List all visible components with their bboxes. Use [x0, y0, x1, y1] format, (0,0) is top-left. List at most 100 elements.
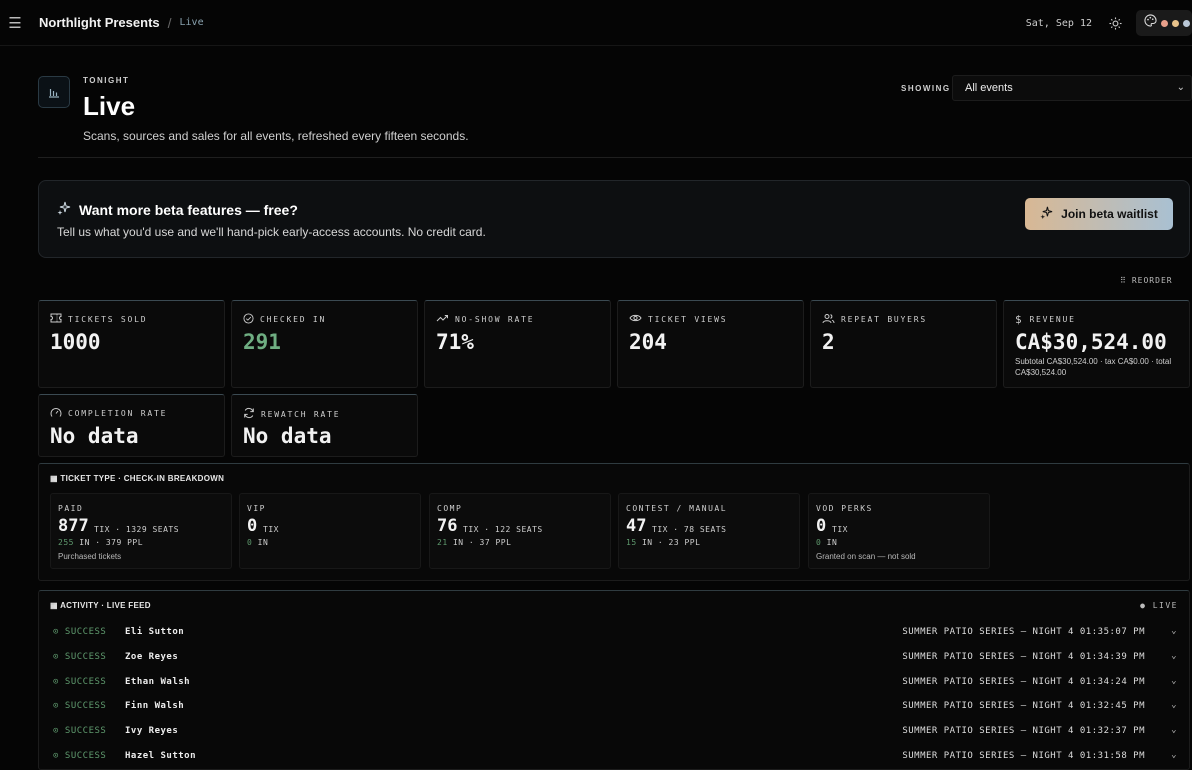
ticket-count: 877	[58, 516, 89, 536]
ticket-count: 0	[247, 516, 258, 536]
check-circle-icon: ⊙	[53, 627, 59, 637]
stat-label: $ REVENUE	[1015, 313, 1076, 326]
stat-label: REWATCH RATE	[243, 407, 340, 421]
chevron-down-icon[interactable]: ⌄	[1171, 750, 1177, 760]
feed-row[interactable]: ⊙ SUCCESS Finn Walsh SUMMER PATIO SERIES …	[53, 698, 1177, 716]
chevron-down-icon[interactable]: ⌄	[1171, 676, 1177, 686]
attendee-name: Finn Walsh	[125, 701, 185, 711]
check-circle-icon	[243, 313, 254, 326]
stat-label-text: NO-SHOW RATE	[455, 314, 535, 324]
status-badge: ⊙ SUCCESS	[53, 627, 106, 637]
breakdown-title: TICKET TYPE · CHECK-IN BREAKDOWN	[60, 474, 225, 483]
brand-name[interactable]: Northlight Presents	[39, 15, 160, 30]
ticket-count: 0	[816, 516, 827, 536]
chevron-down-icon[interactable]: ⌄	[1171, 725, 1177, 735]
feed-row[interactable]: ⊙ SUCCESS Zoe Reyes SUMMER PATIO SERIES —…	[53, 649, 1177, 667]
event-name: SUMMER PATIO SERIES — NIGHT 4 01:34:24 P…	[902, 677, 1145, 687]
feed-row[interactable]: ⊙ SUCCESS Hazel Sutton SUMMER PATIO SERIE…	[53, 748, 1177, 766]
event-title: SUMMER PATIO SERIES — NIGHT 4	[902, 701, 1074, 711]
chevron-down-icon[interactable]: ⌄	[1171, 700, 1177, 710]
stat-value: No data	[243, 424, 332, 448]
breakdown-card-contest-manual[interactable]: CONTEST / MANUAL 47 TIX · 78 SEATS 15 IN…	[618, 493, 800, 569]
status-text: SUCCESS	[64, 627, 107, 637]
stat-card-tickets-sold[interactable]: TICKETS SOLD 1000	[38, 300, 225, 388]
stat-label: TICKETS SOLD	[50, 313, 147, 325]
ticket-type-breakdown-panel: ▦ TICKET TYPE · CHECK-IN BREAKDOWN PAID …	[38, 463, 1190, 581]
event-name: SUMMER PATIO SERIES — NIGHT 4 01:32:37 P…	[902, 726, 1145, 736]
grid-icon: ▦	[50, 474, 58, 483]
ticket-type-name: VOD PERKS	[816, 504, 873, 513]
feed-row[interactable]: ⊙ SUCCESS Ethan Walsh SUMMER PATIO SERIES…	[53, 674, 1177, 692]
menu-icon[interactable]: ☰	[0, 0, 30, 46]
join-beta-label: Join beta waitlist	[1061, 207, 1158, 221]
checked-in-rest: IN	[821, 538, 838, 547]
stat-label: TICKET VIEWS	[629, 313, 727, 325]
status-badge: ⊙ SUCCESS	[53, 652, 106, 662]
ticket-icon	[50, 313, 62, 325]
stat-card-repeat-buyers[interactable]: REPEAT BUYERS 2	[810, 300, 997, 388]
feed-row[interactable]: ⊙ SUCCESS Ivy Reyes SUMMER PATIO SERIES —…	[53, 723, 1177, 741]
status-badge: ⊙ SUCCESS	[53, 701, 106, 711]
breakdown-card-paid[interactable]: PAID 877 TIX · 1329 SEATS 255 IN · 379 P…	[50, 493, 232, 569]
feed-row[interactable]: ⊙ SUCCESS Eli Sutton SUMMER PATIO SERIES …	[53, 624, 1177, 642]
checked-in-rest: IN · 23 PPL	[636, 538, 701, 547]
activity-title-row: ▦ ACTIVITY · LIVE FEED	[50, 601, 151, 610]
sun-icon[interactable]	[1104, 12, 1126, 34]
ticket-type-note: Purchased tickets	[58, 552, 122, 561]
stat-value: 2	[822, 330, 835, 354]
stat-value: 71%	[436, 330, 474, 354]
stat-card-completion-rate[interactable]: COMPLETION RATE No data	[38, 394, 225, 457]
stat-label: COMPLETION RATE	[50, 407, 167, 420]
event-title: SUMMER PATIO SERIES — NIGHT 4	[902, 677, 1074, 687]
ticket-unit: TIX	[263, 525, 279, 534]
status-badge: ⊙ SUCCESS	[53, 726, 106, 736]
breakdown-title-row: ▦ TICKET TYPE · CHECK-IN BREAKDOWN	[50, 474, 224, 483]
ticket-unit: TIX	[832, 525, 848, 534]
activity-feed-panel: ▦ ACTIVITY · LIVE FEED ● LIVE ⊙ SUCCESS E…	[38, 590, 1190, 770]
checked-in-rest: IN · 37 PPL	[447, 538, 512, 547]
ticket-type-note: Granted on scan — not sold	[816, 552, 916, 561]
reorder-button[interactable]: ⠿ REORDER	[1120, 271, 1192, 289]
page-header: TONIGHT Live Scans, sources and sales fo…	[38, 72, 1192, 158]
beta-title: Want more beta features — free?	[79, 201, 298, 218]
gauge-icon	[50, 407, 62, 420]
status-text: SUCCESS	[64, 677, 107, 687]
chevron-down-icon[interactable]: ⌄	[1171, 651, 1177, 661]
stat-card-revenue[interactable]: $ REVENUE CA$30,524.00 Subtotal CA$30,52…	[1003, 300, 1190, 388]
beta-description: Tell us what you'd use and we'll hand-pi…	[57, 225, 486, 239]
checked-in-line: 0 IN	[247, 538, 268, 547]
checked-in-line: 0 IN	[816, 538, 837, 547]
top-bar-actions: Sat, Sep 12	[1026, 0, 1192, 46]
chevron-down-icon[interactable]: ⌄	[1171, 626, 1177, 636]
check-circle-icon: ⊙	[53, 677, 59, 687]
theme-picker-button[interactable]	[1136, 10, 1192, 36]
palette-icon	[1144, 14, 1157, 32]
event-name: SUMMER PATIO SERIES — NIGHT 4 01:35:07 P…	[902, 627, 1145, 637]
checked-in-rest: IN	[252, 538, 269, 547]
breakdown-card-vip[interactable]: VIP 0 TIX 0 IN	[239, 493, 421, 569]
stat-card-checked-in[interactable]: CHECKED IN 291	[231, 300, 418, 388]
check-circle-icon: ⊙	[53, 701, 59, 711]
ticket-type-name: VIP	[247, 504, 266, 513]
activity-title: ACTIVITY · LIVE FEED	[60, 601, 151, 610]
checked-in-line: 15 IN · 23 PPL	[626, 538, 700, 547]
chevron-down-icon: ⌄	[1176, 82, 1185, 93]
breakdown-card-comp[interactable]: COMP 76 TIX · 122 SEATS 21 IN · 37 PPL	[429, 493, 611, 569]
stat-value: 1000	[50, 330, 101, 354]
join-beta-waitlist-button[interactable]: Join beta waitlist	[1025, 198, 1173, 230]
stat-label: REPEAT BUYERS	[822, 313, 927, 326]
reorder-label: REORDER	[1131, 275, 1173, 285]
users-icon	[822, 313, 835, 326]
revenue-breakdown: Subtotal CA$30,524.00 · tax CA$0.00 · to…	[1015, 357, 1172, 377]
breakdown-card-vod-perks[interactable]: VOD PERKS 0 TIX 0 IN Granted on scan — n…	[808, 493, 990, 569]
scan-time: 01:35:07 PM	[1079, 627, 1145, 637]
stat-value: 204	[629, 330, 667, 354]
date-display: Sat, Sep 12	[1025, 17, 1092, 29]
stat-card-no-show-rate[interactable]: NO-SHOW RATE 71%	[424, 300, 611, 388]
stat-card-rewatch-rate[interactable]: REWATCH RATE No data	[231, 394, 418, 457]
event-filter-select[interactable]: All events ⌄	[952, 75, 1192, 101]
checked-in-count: 21	[437, 538, 448, 547]
stat-card-ticket-views[interactable]: TICKET VIEWS 204	[617, 300, 804, 388]
scan-time: 01:34:24 PM	[1079, 677, 1145, 687]
ticket-type-name: CONTEST / MANUAL	[626, 504, 728, 513]
